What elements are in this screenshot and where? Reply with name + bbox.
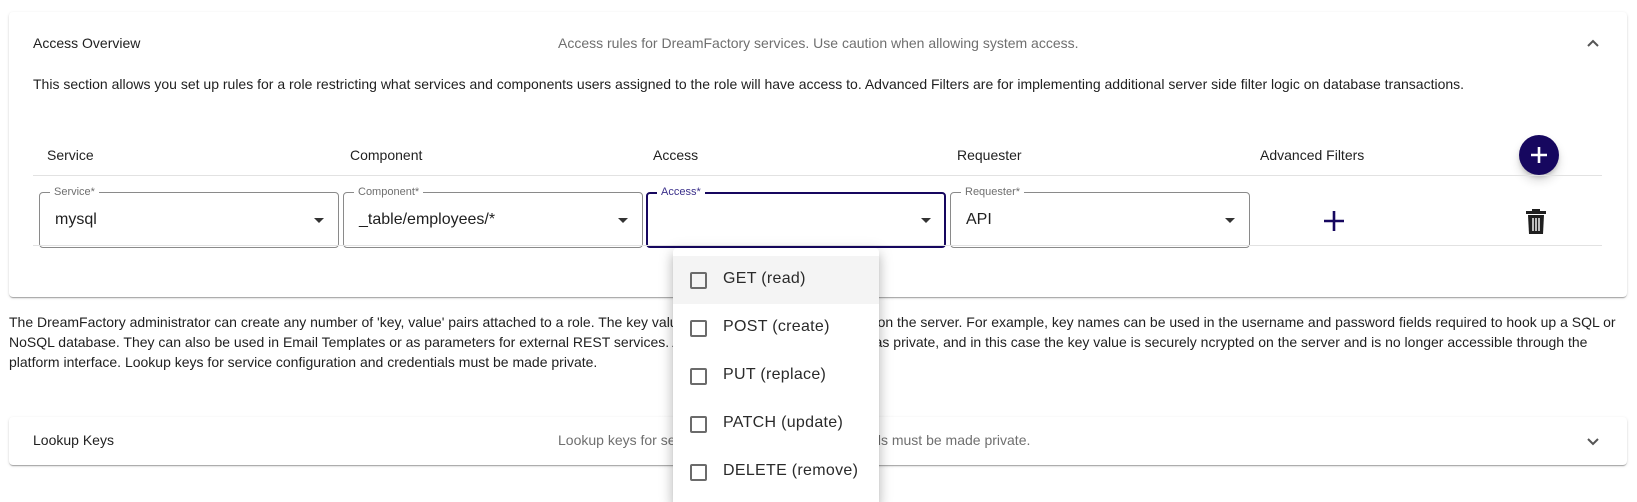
panel-title: Access Overview bbox=[33, 35, 141, 51]
access-option-patch[interactable]: PATCH (update) bbox=[673, 400, 879, 448]
dropdown-arrow-icon bbox=[1225, 218, 1235, 223]
panel-description: Access rules for DreamFactory services. … bbox=[558, 35, 1079, 51]
dropdown-arrow-icon bbox=[921, 218, 931, 223]
requester-select[interactable]: Requester* API bbox=[950, 185, 1250, 248]
checkbox[interactable] bbox=[690, 320, 707, 337]
option-label: DELETE (remove) bbox=[723, 462, 859, 479]
service-select-label: Service* bbox=[50, 185, 99, 199]
option-label: POST (create) bbox=[723, 318, 830, 335]
access-option-delete[interactable]: DELETE (remove) bbox=[673, 448, 879, 496]
plus-icon bbox=[1531, 147, 1547, 163]
checkbox[interactable] bbox=[690, 272, 707, 289]
column-header-requester: Requester bbox=[957, 147, 1022, 163]
option-label: PUT (replace) bbox=[723, 366, 827, 383]
requester-select-value: API bbox=[966, 211, 992, 228]
component-select-value: _table/employees/* bbox=[359, 211, 496, 228]
access-select-label: Access* bbox=[657, 185, 705, 199]
access-overview-header[interactable]: Access Overview Access rules for DreamFa… bbox=[9, 12, 1627, 76]
dropdown-arrow-icon bbox=[618, 218, 628, 223]
access-options-menu: GET (read) POST (create) PUT (replace) P… bbox=[673, 248, 879, 502]
add-filter-button[interactable] bbox=[1321, 208, 1347, 234]
checkbox[interactable] bbox=[690, 464, 707, 481]
checkbox[interactable] bbox=[690, 368, 707, 385]
option-label: PATCH (update) bbox=[723, 414, 844, 431]
add-rule-button[interactable] bbox=[1519, 135, 1559, 175]
access-option-get[interactable]: GET (read) bbox=[673, 256, 879, 304]
divider bbox=[33, 175, 1602, 176]
column-header-advanced-filters: Advanced Filters bbox=[1260, 147, 1365, 163]
chevron-down-icon[interactable] bbox=[1583, 431, 1603, 451]
panel-title: Lookup Keys bbox=[33, 432, 114, 448]
component-select-label: Component* bbox=[354, 185, 424, 199]
column-header-component: Component bbox=[350, 147, 423, 163]
column-header-access: Access bbox=[653, 147, 699, 163]
component-select[interactable]: Component* _table/employees/* bbox=[343, 185, 643, 248]
divider bbox=[33, 245, 1602, 246]
access-option-put[interactable]: PUT (replace) bbox=[673, 352, 879, 400]
requester-select-label: Requester* bbox=[961, 185, 1025, 199]
access-intro-text: This section allows you set up rules for… bbox=[33, 76, 1465, 92]
option-label: GET (read) bbox=[723, 270, 806, 287]
service-select-value: mysql bbox=[55, 211, 97, 228]
column-header-service: Service bbox=[47, 147, 94, 163]
chevron-up-icon[interactable] bbox=[1583, 34, 1603, 54]
dropdown-arrow-icon bbox=[314, 218, 324, 223]
trash-icon[interactable] bbox=[1523, 208, 1549, 236]
service-select[interactable]: Service* mysql bbox=[39, 185, 339, 248]
access-select[interactable]: Access* bbox=[646, 185, 946, 248]
checkbox[interactable] bbox=[690, 416, 707, 433]
access-option-post[interactable]: POST (create) bbox=[673, 304, 879, 352]
